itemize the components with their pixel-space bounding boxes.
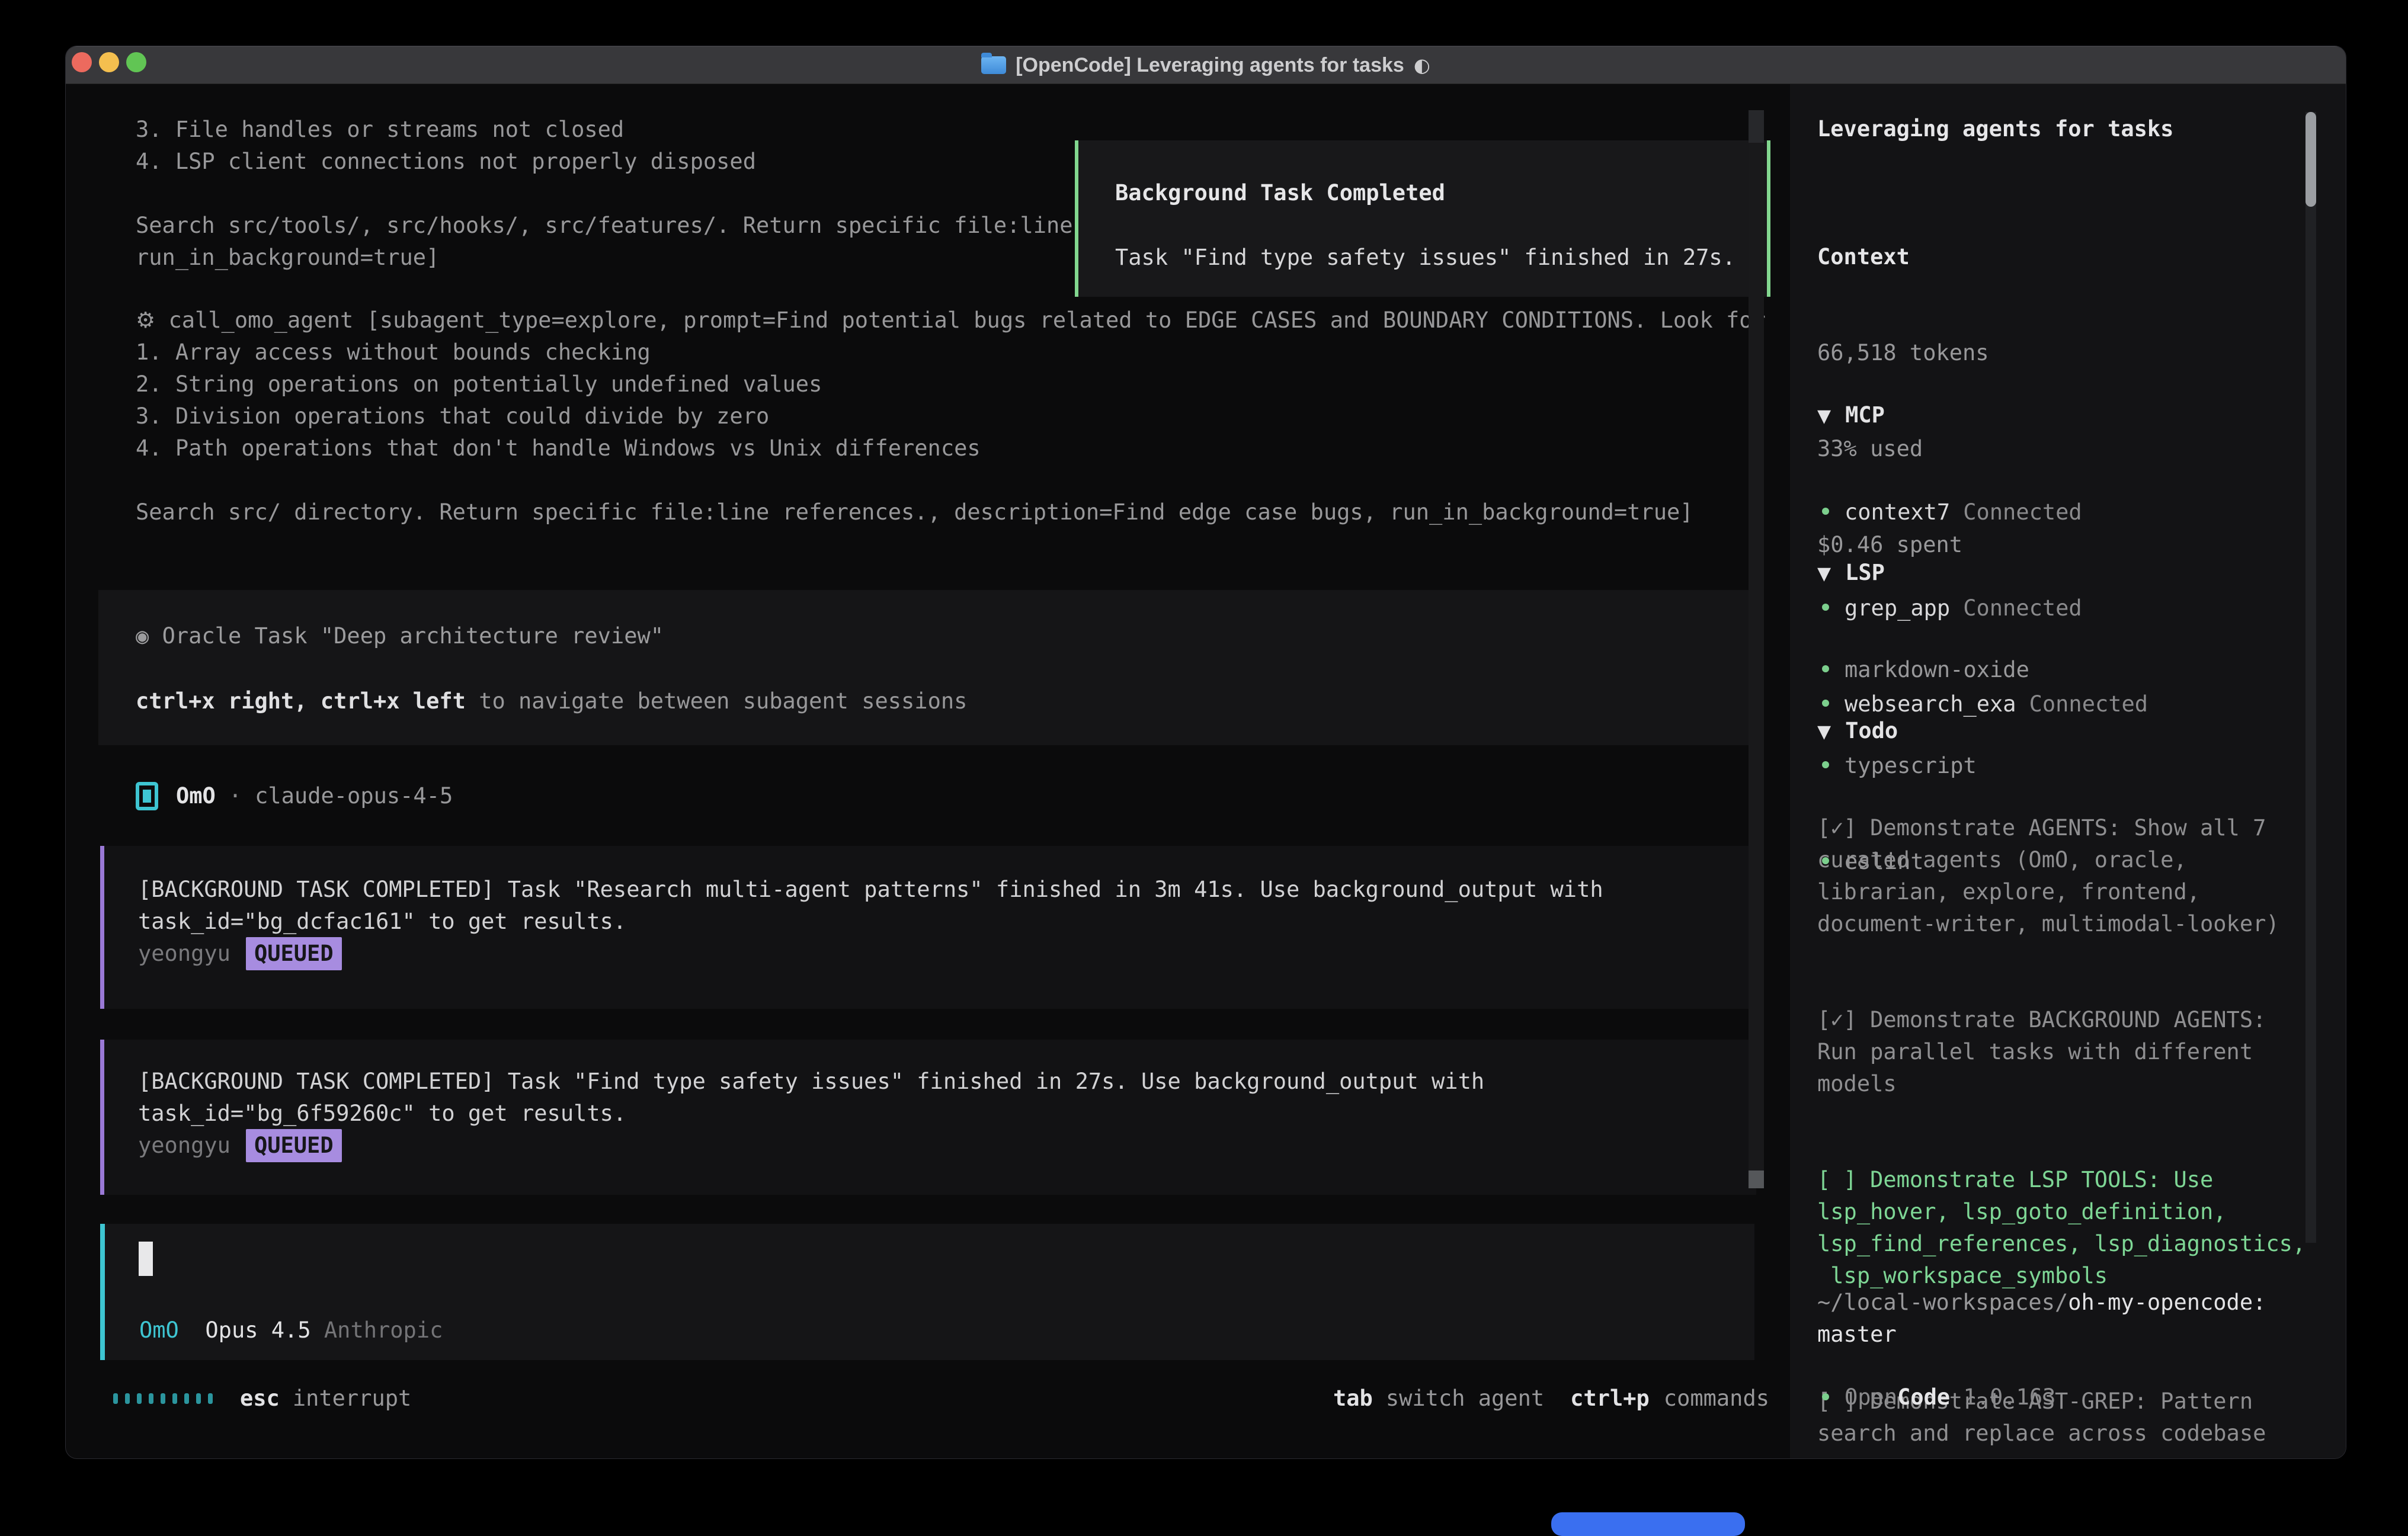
window-title: [OpenCode] Leveraging agents for tasks [1016,54,1404,77]
esc-key-hint: esc [240,1383,280,1415]
dock-indicator [1551,1512,1745,1536]
titlebar: [OpenCode] Leveraging agents for tasks ◐ [66,46,2346,84]
todo-item-done: [✓] Demonstrate BACKGROUND AGENTS: Run p… [1817,1004,2305,1100]
sidebar: Leveraging agents for tasks Context 66,5… [1790,84,2346,1458]
status-badge: QUEUED [246,1129,342,1162]
session-title: Leveraging agents for tasks [1817,113,2173,145]
sidebar-scrollbar-thumb[interactable] [2305,112,2316,207]
esc-key-label: interrupt [293,1383,411,1415]
main-scrollbar-top-segment [1749,110,1764,143]
subagent-nav-hint: ctrl+x right, ctrl+x left to navigate be… [136,685,967,717]
oracle-task-title: Oracle Task "Deep architecture review" [162,623,664,649]
agent-model: claude-opus-4-5 [255,780,453,812]
workspace-path-dim: ~/local-workspaces/ [1817,1290,2068,1315]
statusbar-left: esc interrupt [113,1383,411,1415]
todo-heading: ▼Todo [1817,715,2305,748]
chevron-down-icon: ▼ [1817,558,1831,590]
input-provider-name: Anthropic [324,1317,443,1343]
tool-call-block: ⚙ call_omo_agent [subagent_type=explore,… [136,304,1766,528]
sidebar-scrollbar[interactable] [2305,112,2316,1243]
toast-body: Task "Find type safety issues" finished … [1115,242,1735,274]
input-agent-name: OmO [139,1317,179,1343]
tab-key-label: switch agent [1386,1383,1544,1415]
tab-key-hint: tab [1333,1383,1373,1415]
chevron-down-icon: ▼ [1817,716,1831,748]
agent-header: OmO · claude-opus-4-5 [136,780,453,812]
agent-checkbox-icon [136,782,158,810]
separator-dot: · [229,780,242,812]
model-row: OmO Opus 4.5 Anthropic [139,1314,443,1346]
text-cursor [139,1242,153,1276]
hint-key-right: ctrl+x right, [136,688,308,714]
ctrlp-key-label: commands [1664,1383,1769,1415]
terminal-window: [OpenCode] Leveraging agents for tasks ◐… [65,46,2346,1459]
background-task-toast: Background Task Completed Task "Find typ… [1075,140,1770,297]
minimize-button[interactable] [99,52,119,72]
session-progress-icon: ◐ [1414,54,1430,76]
mcp-heading: ▼MCP [1817,399,2148,432]
todo-item-done: [✓] Demonstrate AGENTS: Show all 7 curat… [1817,812,2305,940]
lsp-heading: ▼LSP [1817,557,2029,590]
message-text: [BACKGROUND TASK COMPLETED] Task "Find t… [104,1040,1756,1130]
scrollback-text: 3. File handles or streams not closed 4.… [136,114,1073,274]
folder-icon [981,56,1006,74]
close-button[interactable] [72,52,92,72]
oracle-task-box: ◉ Oracle Task "Deep architecture review"… [98,590,1750,745]
status-dot-icon [1822,1393,1829,1400]
hint-text: to navigate between subagent sessions [479,688,967,714]
gear-icon: ⚙ [136,307,155,333]
toast-title: Background Task Completed [1115,177,1445,209]
message-text: [BACKGROUND TASK COMPLETED] Task "Resear… [104,846,1756,938]
message-author: yeongyu [138,1130,230,1162]
status-badge: QUEUED [246,937,342,970]
statusbar-right: tab switch agent ctrl+p commands [1333,1383,1769,1415]
prompt-input[interactable]: OmO Opus 4.5 Anthropic [100,1224,1754,1360]
hint-key-left: ctrl+x left [321,688,466,714]
app-version: OpenCode 1.0.163 [1817,1381,2055,1413]
ctrlp-key-hint: ctrl+p [1570,1383,1650,1415]
zoom-button[interactable] [126,52,146,72]
message-author: yeongyu [138,938,230,970]
tool-call-text: call_omo_agent [subagent_type=explore, p… [136,307,1766,525]
todo-item-active: [ ] Demonstrate LSP TOOLS: Use lsp_hover… [1817,1164,2305,1292]
spinner-icon [113,1393,213,1404]
main-scrollbar[interactable] [1749,110,1764,1188]
workspace-path: ~/local-workspaces/oh-my-opencode: maste… [1817,1287,2266,1351]
agent-name: OmO [176,780,216,812]
context-heading: Context [1817,241,1989,273]
traffic-lights [72,52,146,72]
input-model-name: Opus 4.5 [205,1317,310,1343]
chevron-down-icon: ▼ [1817,400,1831,432]
record-icon: ◉ [136,623,162,649]
background-task-message: [BACKGROUND TASK COMPLETED] Task "Find t… [100,1040,1756,1195]
background-task-message: [BACKGROUND TASK COMPLETED] Task "Resear… [100,846,1756,1009]
main-scrollbar-thumb[interactable] [1749,1171,1764,1188]
